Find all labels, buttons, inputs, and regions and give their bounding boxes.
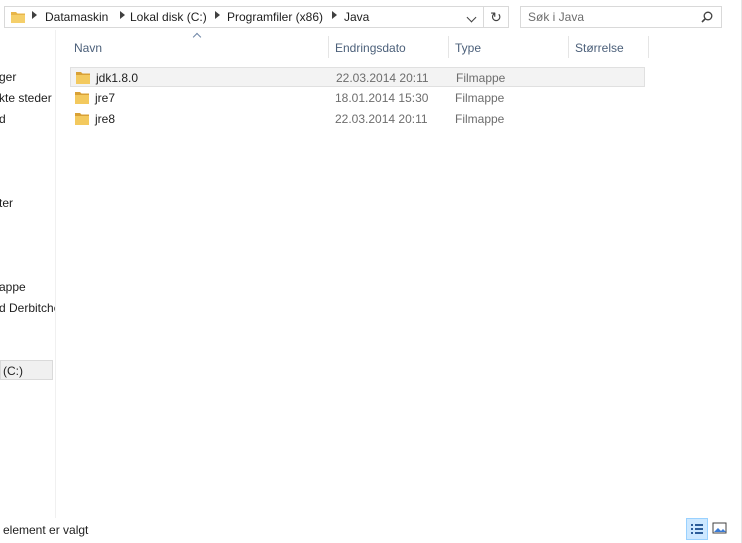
- file-date: 18.01.2014 15:30: [335, 91, 429, 105]
- refresh-icon[interactable]: ↻: [483, 7, 508, 27]
- breadcrumb-separator-icon[interactable]: [32, 11, 37, 19]
- breadcrumb-separator-icon[interactable]: [332, 11, 337, 19]
- search-icon[interactable]: [701, 11, 713, 26]
- sort-ascending-icon: [192, 32, 202, 42]
- breadcrumb-datamaskin[interactable]: Datamaskin: [45, 10, 108, 24]
- details-view-icon[interactable]: [686, 518, 708, 540]
- chevron-down-icon[interactable]: [461, 7, 481, 27]
- folder-icon: [74, 112, 90, 129]
- file-name: jre8: [95, 112, 116, 126]
- breadcrumb-lokal-disk[interactable]: Lokal disk (C:): [130, 10, 207, 24]
- file-date: 22.03.2014 20:11: [335, 112, 428, 126]
- file-type: Filmappe: [456, 71, 506, 85]
- nav-item[interactable]: kte steder: [0, 91, 52, 105]
- column-divider[interactable]: [568, 36, 569, 58]
- file-row[interactable]: jre7 18.01.2014 15:30 Filmappe: [70, 88, 645, 108]
- breadcrumb-java[interactable]: Java: [344, 10, 369, 24]
- nav-item[interactable]: appe: [0, 280, 26, 294]
- breadcrumb-separator-icon[interactable]: [120, 11, 125, 19]
- column-header-size[interactable]: Størrelse: [575, 41, 624, 55]
- breadcrumb-separator-icon[interactable]: [215, 11, 220, 19]
- breadcrumb-programfiler[interactable]: Programfiler (x86): [227, 10, 323, 24]
- file-name: jre7: [95, 91, 116, 105]
- column-divider[interactable]: [648, 36, 649, 58]
- file-date: 22.03.2014 20:11: [336, 71, 429, 85]
- file-name: jdk1.8.0: [96, 71, 139, 85]
- address-bar[interactable]: Datamaskin Lokal disk (C:) Programfiler …: [4, 6, 509, 28]
- folder-icon: [10, 10, 26, 27]
- file-row[interactable]: jdk1.8.0 22.03.2014 20:11 Filmappe: [70, 67, 645, 87]
- file-row[interactable]: jre8 22.03.2014 20:11 Filmappe: [70, 109, 645, 129]
- nav-item[interactable]: ter: [0, 196, 13, 210]
- folder-icon: [75, 71, 91, 88]
- folder-icon: [74, 91, 90, 108]
- large-icons-view-icon[interactable]: [710, 518, 732, 540]
- nav-item-drive-c[interactable]: (C:): [3, 364, 23, 378]
- search-box[interactable]: [520, 6, 722, 28]
- nav-item[interactable]: ger: [0, 70, 16, 84]
- column-divider[interactable]: [448, 36, 449, 58]
- nav-item[interactable]: d Derbitche: [0, 301, 55, 315]
- status-text: element er valgt: [3, 523, 89, 537]
- column-header-type[interactable]: Type: [455, 41, 481, 55]
- navigation-pane: ger kte steder d ter appe d Derbitche (C…: [0, 30, 56, 518]
- column-divider[interactable]: [328, 36, 329, 58]
- file-type: Filmappe: [455, 91, 505, 105]
- nav-item[interactable]: d: [0, 112, 6, 126]
- column-header-date[interactable]: Endringsdato: [335, 41, 406, 55]
- file-type: Filmappe: [455, 112, 505, 126]
- search-input[interactable]: [528, 10, 693, 24]
- column-header-name[interactable]: Navn: [74, 41, 102, 55]
